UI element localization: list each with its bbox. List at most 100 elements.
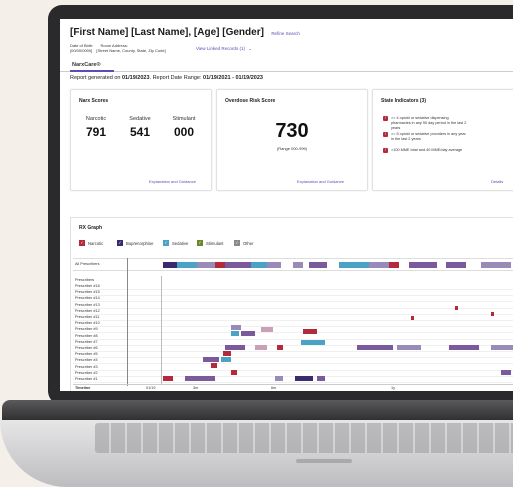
linked-records-label: View Linked Records (1): [196, 46, 245, 51]
flag-icon: !: [383, 116, 388, 121]
legend-label: Narcotic: [88, 240, 104, 246]
rx-bar[interactable]: [409, 262, 437, 268]
rx-bar[interactable]: [163, 262, 177, 268]
rx-bar[interactable]: [275, 376, 283, 381]
rx-bar[interactable]: [293, 262, 303, 268]
prescriber-label: Prescriber #16: [75, 284, 100, 288]
narx-value: 791: [85, 125, 107, 139]
narx-score-narcotic: Narcotic 791: [76, 116, 116, 139]
report-date: 01/19/2023: [122, 75, 150, 81]
row-divider: [73, 332, 513, 334]
legend-label: Buprenorphine: [126, 240, 154, 246]
rx-bar[interactable]: [225, 345, 245, 350]
rx-bar[interactable]: [301, 340, 325, 345]
prescriber-label: Prescriber #15: [75, 290, 100, 295]
rx-bar[interactable]: [211, 363, 217, 368]
prescriber-label: Prescriber #1: [75, 377, 98, 381]
state-indicator-text: >100 MME total and 40 MME/day average: [391, 148, 463, 152]
row-divider: [73, 326, 513, 328]
row-divider: [73, 344, 513, 346]
legend-narcotic[interactable]: ✓ Narcotic: [79, 240, 103, 246]
rx-bar[interactable]: [397, 345, 421, 350]
flag-icon: !: [383, 148, 388, 153]
rx-bar[interactable]: [491, 312, 494, 316]
legend-sedative[interactable]: ✓ Sedative: [163, 240, 188, 246]
rx-bar[interactable]: [389, 262, 399, 268]
state-details-link[interactable]: Details: [491, 179, 503, 184]
refine-search-link[interactable]: Refine Search: [271, 31, 300, 36]
legend-label: Stimulant: [206, 240, 224, 246]
row-divider: [73, 301, 513, 303]
rx-bar[interactable]: [163, 376, 173, 381]
rx-bar[interactable]: [231, 325, 241, 330]
prescriber-label: Prescriber #11: [75, 315, 100, 319]
overdose-risk-value: 730: [275, 120, 309, 142]
narx-score-stimulant: Stimulant 000: [164, 116, 204, 139]
row-divider: [73, 369, 513, 371]
rx-bar[interactable]: [197, 262, 215, 268]
narx-guidance-link[interactable]: Explanation and Guidance: [149, 179, 196, 184]
row-divider: [73, 295, 513, 297]
rx-bar[interactable]: [455, 306, 458, 310]
report-info: Report generated on 01/19/2023. Report D…: [70, 75, 263, 81]
rx-bar[interactable]: [446, 262, 466, 268]
divider: [73, 384, 513, 385]
rx-bar[interactable]: [501, 370, 511, 375]
rx-bar[interactable]: [177, 262, 197, 268]
tab-bar: NarxCare®: [60, 61, 513, 72]
row-divider: [73, 382, 513, 383]
prescriber-label: Prescriber #8: [75, 333, 98, 338]
overdose-risk-title: Overdose Risk Score: [225, 98, 276, 104]
report-prefix: Report generated on: [70, 75, 121, 81]
rx-bar[interactable]: [225, 262, 251, 268]
rx-bar[interactable]: [277, 345, 283, 350]
rx-bar[interactable]: [449, 345, 479, 350]
prescriber-label: Prescriber #6: [75, 346, 98, 350]
state-indicator-text: >= 4 opioid or sedative dispensing pharm…: [391, 116, 467, 130]
dob-value: [00/00/0000]: [70, 48, 93, 53]
prescriber-label: Prescriber #5: [75, 352, 98, 357]
screen: [First Name] [Last Name], [Age] [Gender]…: [60, 19, 513, 391]
state-indicator-item: ! >= 5 opioid or sedative providers in a…: [383, 132, 468, 142]
laptop-hinge: [2, 400, 513, 422]
rx-bar[interactable]: [251, 262, 267, 268]
rx-bar[interactable]: [303, 329, 317, 334]
prescriber-label: Prescriber #2: [75, 370, 98, 375]
patient-meta: Date of Birth: Room Address: [00/00/0000…: [70, 43, 166, 53]
legend-other[interactable]: ✓ Other: [234, 240, 253, 246]
rx-bar[interactable]: [185, 376, 215, 381]
rx-bar[interactable]: [309, 262, 327, 268]
rx-graph-title: RX Graph: [79, 225, 103, 231]
timeline-tick: 01/19: [146, 386, 156, 390]
rx-bar[interactable]: [317, 376, 325, 381]
rx-bar[interactable]: [241, 331, 255, 336]
laptop-trackpad-edge: [296, 459, 352, 463]
rx-bar[interactable]: [267, 262, 281, 268]
rx-bar[interactable]: [231, 331, 239, 336]
rx-bar[interactable]: [491, 345, 513, 350]
tab-narxcare[interactable]: NarxCare®: [72, 62, 101, 68]
rx-bar[interactable]: [295, 376, 313, 381]
row-divider: [73, 289, 513, 290]
flag-icon: !: [383, 132, 388, 137]
rx-bar[interactable]: [481, 262, 511, 268]
view-linked-records-link[interactable]: View Linked Records (1) ⌄: [196, 46, 252, 52]
risk-guidance-link[interactable]: Explanation and Guidance: [297, 179, 344, 184]
narx-label: Sedative: [129, 116, 151, 122]
rx-bar[interactable]: [411, 316, 414, 320]
rx-bar[interactable]: [369, 262, 389, 268]
legend-buprenorphine[interactable]: ✓ Buprenorphine: [117, 240, 153, 246]
axis-line: [127, 258, 128, 386]
rx-bar[interactable]: [255, 345, 267, 350]
rx-bar[interactable]: [223, 351, 231, 356]
chevron-down-icon: ⌄: [248, 46, 252, 51]
legend-stimulant[interactable]: ✓ Stimulant: [197, 240, 223, 246]
address-value: [Street Name, County, State, Zip Code]: [96, 48, 166, 53]
rx-bar[interactable]: [231, 370, 237, 375]
rx-bar[interactable]: [357, 345, 393, 350]
rx-bar[interactable]: [339, 262, 369, 268]
rx-bar[interactable]: [215, 262, 225, 268]
rx-bar[interactable]: [203, 357, 219, 362]
rx-bar[interactable]: [261, 327, 273, 332]
rx-bar[interactable]: [221, 357, 231, 362]
